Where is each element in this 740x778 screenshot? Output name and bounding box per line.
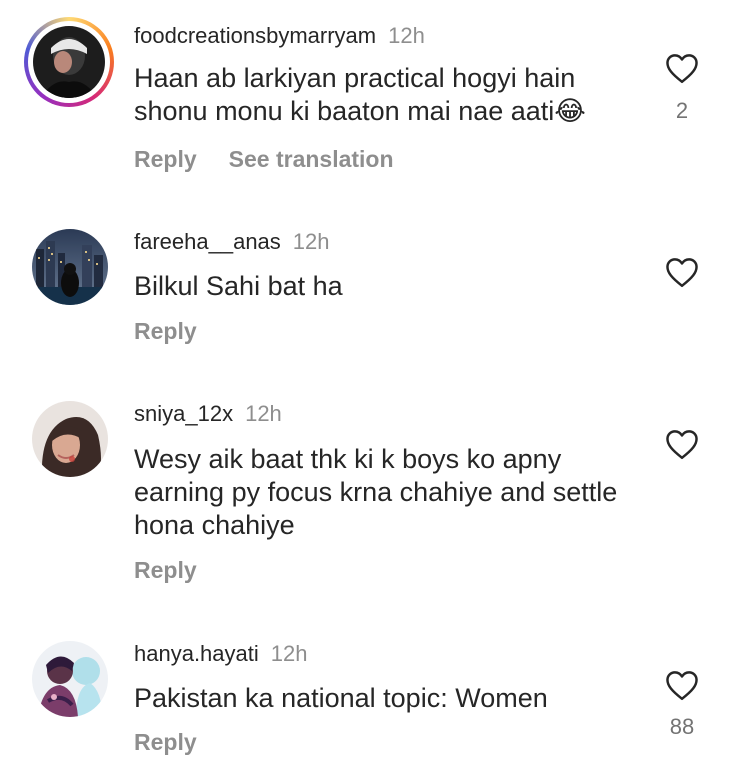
comment-header: foodcreationsbymarryam 12h [134, 22, 425, 50]
heart-outline-icon[interactable] [664, 669, 700, 701]
timestamp: 12h [388, 23, 425, 48]
comment-header: hanya.hayati 12h [134, 640, 307, 668]
reply-button[interactable]: Reply [134, 318, 197, 344]
comment-text: Haan ab larkiyan practical hogyi hain sh… [134, 63, 586, 126]
comment-text: Wesy aik baat thk ki k boys ko apny earn… [134, 444, 618, 540]
comment-header: sniya_12x 12h [134, 400, 282, 428]
comment-text: Bilkul Sahi bat ha [134, 271, 343, 301]
heart-outline-icon[interactable] [664, 256, 700, 288]
avatar[interactable] [32, 229, 108, 305]
avatar-story-ring[interactable] [24, 17, 114, 107]
username[interactable]: foodcreationsbymarryam [134, 23, 376, 48]
like-count[interactable]: 88 [650, 714, 714, 740]
heart-outline-icon[interactable] [664, 428, 700, 460]
timestamp: 12h [292, 229, 330, 254]
see-translation-button[interactable]: See translation [229, 146, 394, 172]
comment-header: fareeha__anas 12h [134, 228, 330, 256]
avatar[interactable] [32, 401, 108, 477]
username[interactable]: fareeha__anas [134, 229, 281, 254]
comment-actions: Reply [134, 556, 197, 584]
like-count[interactable]: 2 [650, 98, 714, 124]
reply-button[interactable]: Reply [134, 729, 197, 755]
timestamp: 12h [270, 641, 308, 666]
comment-actions: Reply See translation [134, 145, 394, 173]
avatar[interactable] [32, 641, 108, 717]
reply-button[interactable]: Reply [134, 557, 197, 583]
comment-actions: Reply [134, 317, 197, 345]
username[interactable]: hanya.hayati [134, 641, 259, 666]
avatar [33, 26, 105, 98]
timestamp: 12h [245, 401, 282, 426]
reply-button[interactable]: Reply [134, 146, 197, 172]
comment-text: Pakistan ka national topic: Women [134, 683, 548, 713]
username[interactable]: sniya_12x [134, 401, 233, 426]
heart-outline-icon[interactable] [664, 52, 700, 84]
comment-actions: Reply [134, 728, 197, 756]
